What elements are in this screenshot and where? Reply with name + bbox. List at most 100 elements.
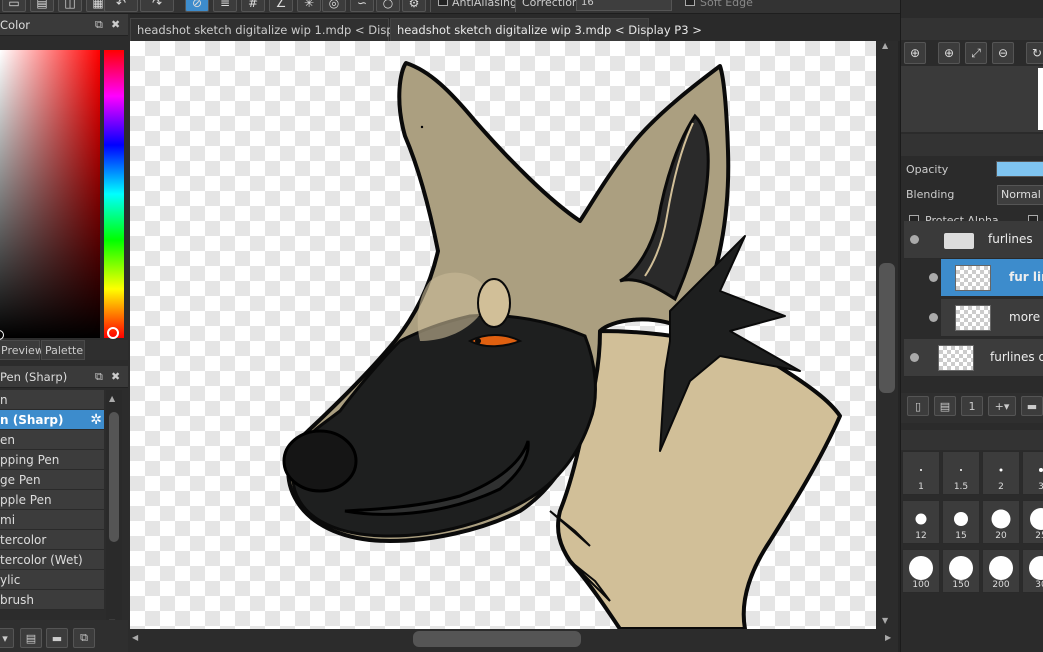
- canvas-vertical-scrollbar[interactable]: ▲ ▼: [876, 41, 898, 629]
- redo-button[interactable]: ↷: [140, 0, 174, 12]
- gallery-icon[interactable]: ◫: [58, 0, 82, 12]
- brush-size-label: 12: [915, 531, 927, 541]
- brush-size-cell[interactable]: 30: [1022, 549, 1043, 593]
- brush-item[interactable]: mi: [0, 510, 104, 530]
- save-icon[interactable]: ▤: [30, 0, 54, 12]
- layer-folder[interactable]: furlines: [904, 221, 1043, 259]
- scroll-right-icon[interactable]: ▶: [885, 633, 891, 642]
- document-tab[interactable]: headshot sketch digitalize wip 1.mdp < D…: [130, 18, 442, 41]
- brush-settings-gear-icon[interactable]: ✲: [90, 410, 102, 430]
- brush-item-label: ylic: [0, 573, 21, 587]
- close-icon[interactable]: ✖: [111, 14, 120, 36]
- new-file-icon[interactable]: ▭: [2, 0, 26, 12]
- snap-ellipse-icon[interactable]: ○: [376, 0, 400, 12]
- scroll-thumb[interactable]: [879, 263, 895, 393]
- navigator-preview[interactable]: [901, 66, 1043, 132]
- visibility-eye-icon[interactable]: [910, 235, 919, 244]
- brush-panel-title: Pen (Sharp): [0, 370, 68, 384]
- tab-preview[interactable]: Preview: [0, 340, 44, 360]
- brush-item[interactable]: tercolor: [0, 530, 104, 550]
- popout-icon[interactable]: ⧉: [95, 366, 103, 388]
- brush-size-cell[interactable]: 3: [1022, 451, 1043, 495]
- visibility-eye-icon[interactable]: [929, 313, 938, 322]
- hue-slider-handle[interactable]: [107, 327, 119, 339]
- brush-item[interactable]: n: [0, 390, 104, 410]
- fit-window-icon[interactable]: ⤢: [965, 42, 987, 64]
- new-layer-icon[interactable]: ▯: [907, 396, 929, 416]
- brush-menu-dropdown-icon[interactable]: ▾: [0, 628, 14, 648]
- snap-settings-icon[interactable]: ⚙: [402, 0, 426, 12]
- brush-size-dot: [909, 556, 933, 580]
- zoom-fit-icon[interactable]: ⊕: [904, 42, 926, 64]
- folder-icon[interactable]: ▬: [46, 628, 68, 648]
- antialiasing-checkbox[interactable]: [438, 0, 448, 6]
- soft-edge-checkbox[interactable]: [685, 0, 695, 6]
- brush-size-cell[interactable]: 20: [982, 500, 1020, 544]
- tab-palette[interactable]: Palette: [41, 340, 85, 360]
- brush-size-cell[interactable]: 100: [902, 549, 940, 593]
- snap-circle-icon[interactable]: ◎: [322, 0, 346, 12]
- snap-curve-icon[interactable]: ∽: [350, 0, 374, 12]
- scroll-down-icon[interactable]: ▼: [882, 616, 888, 625]
- brush-size-label: 100: [912, 580, 930, 590]
- hue-slider[interactable]: [104, 50, 124, 338]
- document-tab-active[interactable]: headshot sketch digitalize wip 3.mdp < D…: [390, 18, 702, 41]
- color-saturation-value-picker[interactable]: [0, 50, 100, 338]
- new-1bit-layer-icon[interactable]: 1: [961, 396, 983, 416]
- brush-size-cell[interactable]: 12: [902, 500, 940, 544]
- canvas[interactable]: [130, 41, 876, 629]
- brush-item-selected[interactable]: n (Sharp) ✲: [0, 410, 104, 430]
- brush-size-cell[interactable]: 2: [982, 451, 1020, 495]
- brush-size-cell[interactable]: 25: [1022, 500, 1043, 544]
- popout-icon[interactable]: ⧉: [95, 14, 103, 36]
- undo-button[interactable]: ↶: [104, 0, 138, 12]
- visibility-eye-icon[interactable]: [910, 353, 919, 362]
- brush-size-cell[interactable]: 1.5: [942, 451, 980, 495]
- layer-item[interactable]: furlines de: [904, 339, 1043, 377]
- layer-selected[interactable]: fur lin: [929, 259, 1043, 297]
- layer-name: furlines de: [990, 350, 1043, 364]
- zoom-in-icon[interactable]: ⊕: [938, 42, 960, 64]
- left-panel: Color ⧉ ✖ Preview Palette Pen (Sharp) ⧉ …: [0, 14, 130, 652]
- snap-radial-icon[interactable]: ✳: [297, 0, 321, 12]
- app-window: ▭ ▤ ◫ ▦ ↶ ↷ ⊘ ≡ # ∠ ✳ ◎ ∽ ○ ⚙ AntiAliasi…: [0, 0, 1043, 652]
- blending-select[interactable]: Normal: [997, 185, 1043, 205]
- scroll-up-icon[interactable]: ▲: [882, 41, 888, 50]
- snap-grid-icon[interactable]: #: [241, 0, 265, 12]
- layer-item[interactable]: more: [929, 299, 1043, 337]
- brush-item[interactable]: brush: [0, 590, 104, 610]
- brush-size-cell[interactable]: 150: [942, 549, 980, 593]
- scroll-up-icon[interactable]: ▲: [109, 394, 115, 403]
- brush-item[interactable]: pple Pen: [0, 490, 104, 510]
- brush-item[interactable]: ge Pen: [0, 470, 104, 490]
- scroll-thumb[interactable]: [109, 412, 119, 542]
- add-layer-dropdown-icon[interactable]: +▾: [988, 396, 1016, 416]
- brush-item[interactable]: ylic: [0, 570, 104, 590]
- brush-size-cell[interactable]: 200: [982, 549, 1020, 593]
- color-panel-header: Color ⧉ ✖: [0, 14, 128, 36]
- snap-perspective-icon[interactable]: ∠: [269, 0, 293, 12]
- scroll-thumb[interactable]: [413, 631, 581, 647]
- snap-parallel-icon[interactable]: ≡: [213, 0, 237, 12]
- brush-item[interactable]: pping Pen: [0, 450, 104, 470]
- new-folder-icon[interactable]: ▬: [1021, 396, 1043, 416]
- zoom-out-icon[interactable]: ⊖: [992, 42, 1014, 64]
- brush-list-scrollbar[interactable]: ▲ ▼: [106, 390, 122, 628]
- brush-settings-file-icon[interactable]: ▤: [20, 628, 42, 648]
- brush-size-cell[interactable]: 1: [902, 451, 940, 495]
- new-halftone-layer-icon[interactable]: ▤: [934, 396, 956, 416]
- brush-item[interactable]: tercolor (Wet): [0, 550, 104, 570]
- brush-item-label: tercolor (Wet): [0, 553, 83, 567]
- brush-size-label: 200: [992, 580, 1010, 590]
- duplicate-icon[interactable]: ⧉: [73, 628, 95, 648]
- close-icon[interactable]: ✖: [111, 366, 120, 388]
- canvas-horizontal-scrollbar[interactable]: ◀ ▶: [130, 629, 898, 652]
- correction-select[interactable]: 16: [576, 0, 672, 11]
- scroll-left-icon[interactable]: ◀: [132, 633, 138, 642]
- brush-item[interactable]: en: [0, 430, 104, 450]
- brush-size-cell[interactable]: 15: [942, 500, 980, 544]
- visibility-eye-icon[interactable]: [929, 273, 938, 282]
- snap-off-icon[interactable]: ⊘: [185, 0, 209, 12]
- rotate-icon[interactable]: ↻: [1026, 42, 1043, 64]
- opacity-slider[interactable]: [996, 161, 1043, 177]
